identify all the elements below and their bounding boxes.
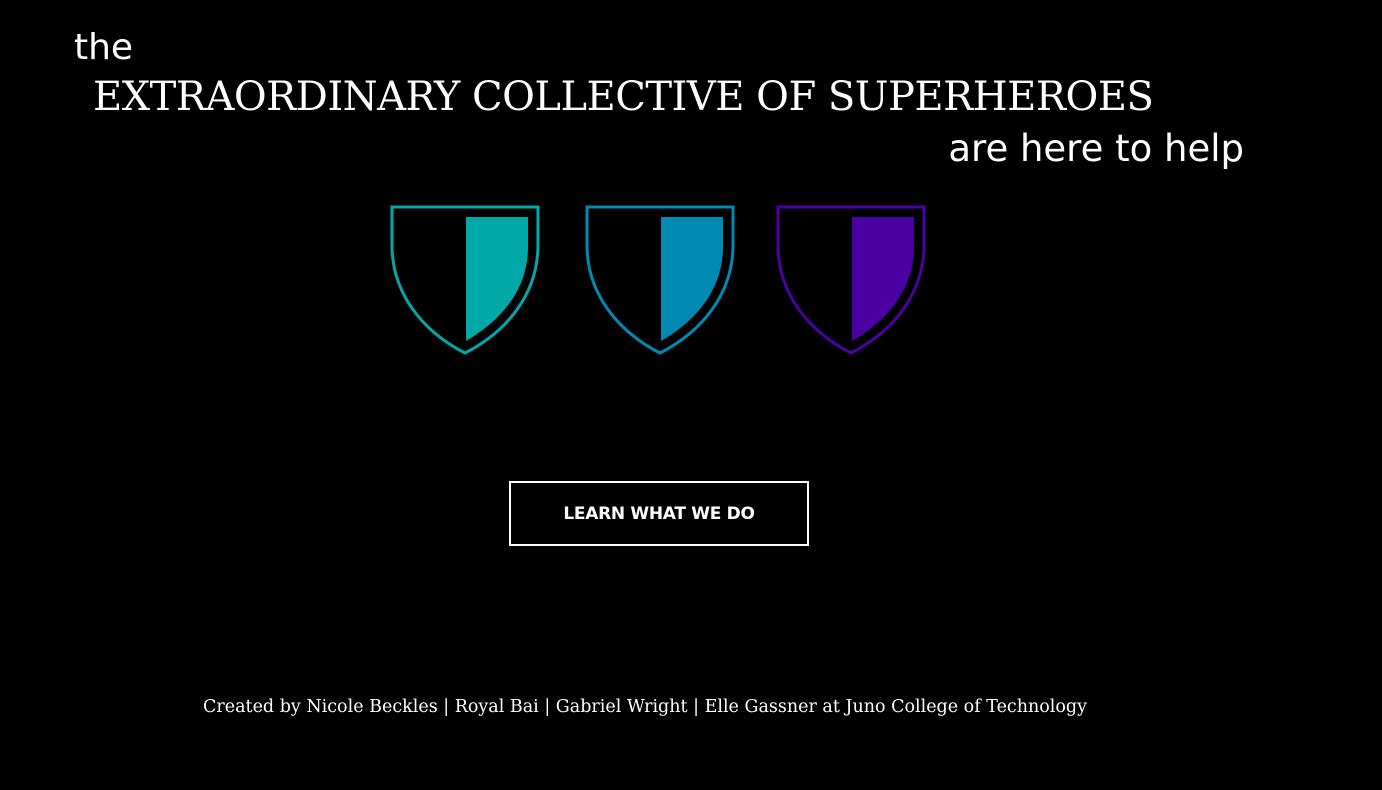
purple-shield-icon bbox=[776, 205, 926, 355]
blue-shield-icon bbox=[585, 205, 735, 355]
blue-shield-graphic bbox=[585, 205, 735, 355]
teal-shield-graphic bbox=[390, 205, 540, 355]
landing-page: the EXTRAORDINARY COLLECTIVE OF SUPERHER… bbox=[0, 0, 1382, 790]
footer-credits: Created by Nicole Beckles | Royal Bai | … bbox=[203, 697, 1088, 717]
hero-headline: EXTRAORDINARY COLLECTIVE OF SUPERHEROES bbox=[93, 74, 1154, 120]
hero-tagline: are here to help bbox=[948, 127, 1244, 170]
purple-shield-graphic bbox=[776, 205, 926, 355]
teal-shield-icon bbox=[390, 205, 540, 355]
learn-what-we-do-button[interactable]: LEARN WHAT WE DO bbox=[509, 481, 809, 546]
hero-eyebrow: the bbox=[74, 27, 134, 68]
